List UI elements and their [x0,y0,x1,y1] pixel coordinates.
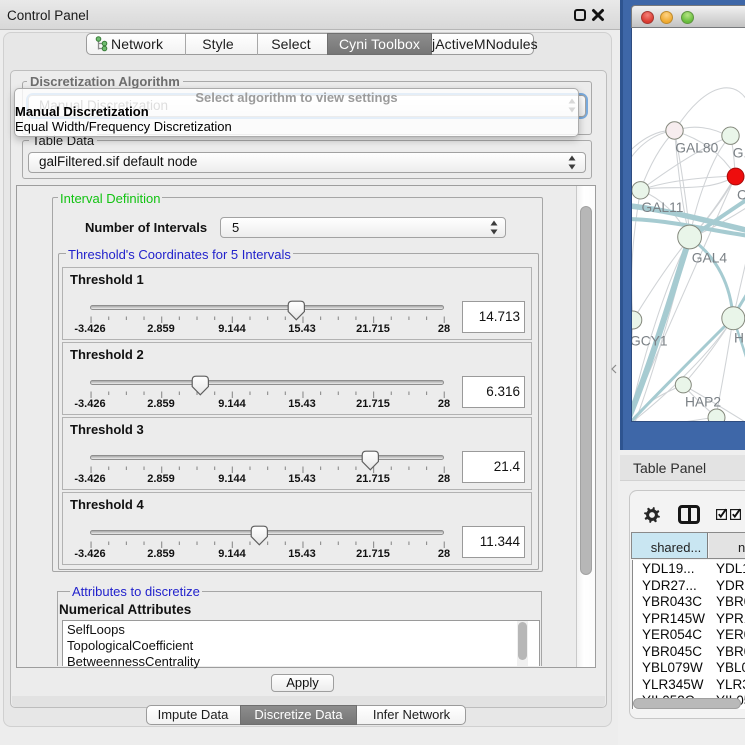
svg-text:GCY1: GCY1 [632,334,668,349]
svg-text:HAP2: HAP2 [685,395,721,410]
svg-text:G...: G... [733,146,745,161]
svg-text:C: C [737,188,745,203]
svg-text:GAL11: GAL11 [642,200,684,215]
svg-text:GAL80: GAL80 [675,141,718,156]
svg-text:GAL4: GAL4 [692,251,728,266]
svg-text:H: H [734,331,744,346]
